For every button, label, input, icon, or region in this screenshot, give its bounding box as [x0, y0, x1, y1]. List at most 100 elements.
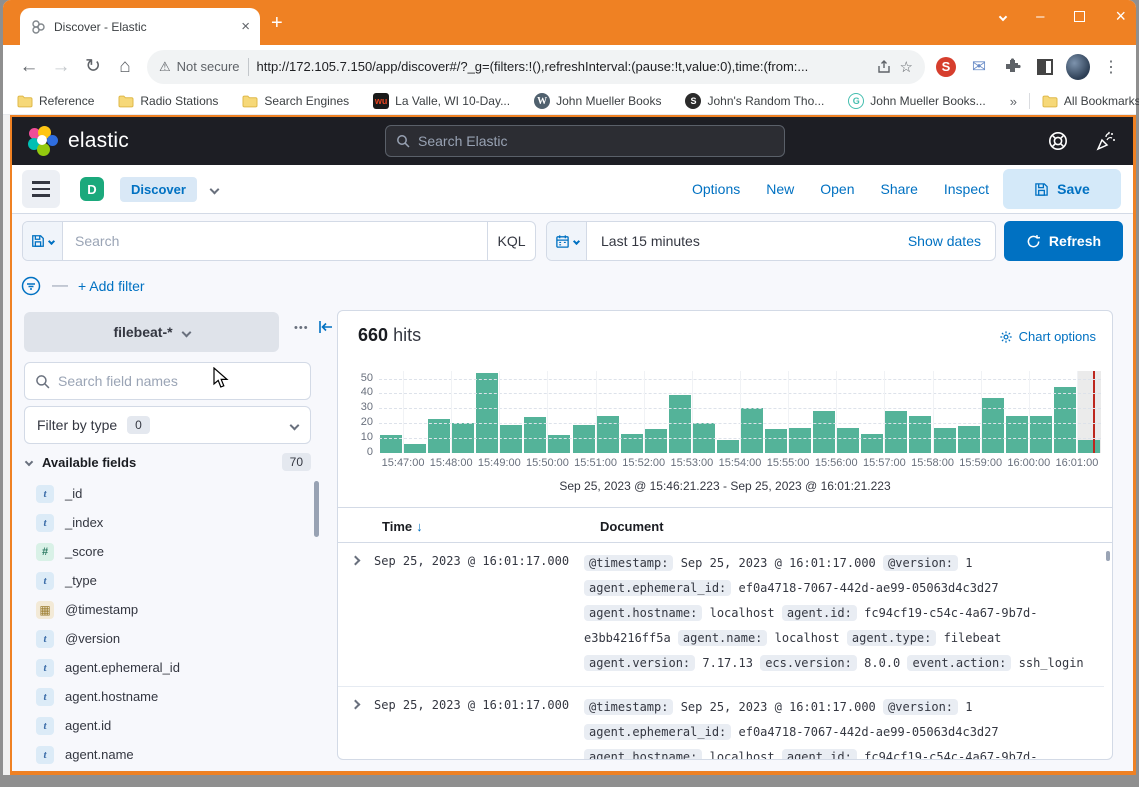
browser-menu-icon[interactable]: ⋮	[1099, 55, 1123, 79]
query-language-button[interactable]: KQL	[487, 222, 535, 260]
newsfeed-party-popper-icon[interactable]	[1095, 130, 1117, 152]
date-quick-menu-button[interactable]	[547, 222, 587, 260]
histogram-bar[interactable]	[621, 434, 643, 453]
field-item[interactable]: t_id	[26, 479, 306, 508]
profile-avatar[interactable]	[1066, 55, 1090, 79]
histogram-bar[interactable]	[597, 416, 619, 453]
field-item[interactable]: t_index	[26, 508, 306, 537]
field-item[interactable]: #_score	[26, 537, 306, 566]
extensions-puzzle-icon[interactable]	[1000, 55, 1024, 79]
histogram-bar[interactable]	[1030, 416, 1052, 453]
nav-new[interactable]: New	[766, 181, 794, 197]
field-item[interactable]: ▦@timestamp	[26, 595, 306, 624]
menu-hamburger-button[interactable]	[22, 170, 60, 208]
window-close-button[interactable]: ×	[1115, 6, 1126, 27]
query-input[interactable]: Search	[63, 222, 487, 260]
field-item[interactable]: tagent.hostname	[26, 682, 306, 711]
y-tick-label: 0	[349, 446, 373, 458]
histogram-bar[interactable]	[717, 440, 739, 453]
field-item[interactable]: tagent.name	[26, 740, 306, 769]
nav-share[interactable]: Share	[881, 181, 918, 197]
nav-inspect[interactable]: Inspect	[944, 181, 989, 197]
extension-icon-mail[interactable]: ✉	[967, 55, 991, 79]
sidebar-scrollbar[interactable]	[314, 481, 319, 537]
wordpress-icon: W	[534, 93, 550, 109]
all-bookmarks-button[interactable]: All Bookmarks	[1042, 94, 1139, 108]
reload-icon[interactable]: ↻	[77, 55, 109, 78]
field-item[interactable]: tagent.ephemeral_id	[26, 653, 306, 682]
histogram-bar[interactable]	[645, 429, 667, 453]
window-maximize-button[interactable]	[1074, 11, 1085, 22]
nav-open[interactable]: Open	[820, 181, 854, 197]
bookmark-item[interactable]: Radio Stations	[118, 94, 218, 108]
filter-by-type-select[interactable]: Filter by type 0	[24, 406, 311, 444]
add-filter-button[interactable]: + Add filter	[78, 278, 145, 294]
forward-icon[interactable]: →	[45, 56, 77, 78]
tab-close-icon[interactable]: ×	[241, 18, 250, 35]
not-secure-label[interactable]: Not secure	[177, 59, 240, 74]
expand-row-icon[interactable]	[351, 556, 361, 566]
histogram-bar[interactable]	[404, 444, 426, 453]
chart-options-button[interactable]: Chart options	[999, 329, 1096, 344]
bookmark-item[interactable]: Reference	[17, 94, 94, 108]
histogram-bar[interactable]	[813, 411, 835, 453]
global-search-input[interactable]: Search Elastic	[385, 125, 785, 157]
collapse-sidebar-icon[interactable]	[318, 319, 334, 335]
breadcrumb-discover[interactable]: Discover	[120, 177, 197, 202]
back-icon[interactable]: ←	[13, 56, 45, 78]
extension-icon-split-screen[interactable]	[1033, 55, 1057, 79]
histogram-bar[interactable]	[1054, 387, 1076, 453]
window-minimize-button[interactable]: –	[1036, 8, 1044, 25]
save-button[interactable]: Save	[1003, 169, 1121, 209]
histogram-bar[interactable]	[765, 429, 787, 453]
histogram-bar[interactable]	[982, 398, 1004, 453]
table-scrollbar[interactable]	[1106, 551, 1110, 561]
histogram-bar[interactable]	[789, 428, 811, 453]
field-item[interactable]: t_type	[26, 566, 306, 595]
expand-row-icon[interactable]	[351, 700, 361, 710]
available-fields-header[interactable]: Available fields 70	[26, 453, 311, 471]
histogram-bar[interactable]	[837, 428, 859, 453]
bookmark-item[interactable]: wuLa Valle, WI 10-Day...	[373, 93, 510, 109]
help-icon[interactable]	[1047, 130, 1069, 152]
nav-options[interactable]: Options	[692, 181, 740, 197]
histogram-bar[interactable]	[885, 411, 907, 453]
sort-descending-icon[interactable]: ↓	[416, 519, 423, 534]
bookmark-item[interactable]: SJohn's Random Tho...	[685, 93, 824, 109]
histogram-bar[interactable]	[1006, 416, 1028, 453]
address-bar[interactable]: ⚠ Not secure http://172.105.7.150/app/di…	[147, 50, 925, 84]
browser-tab[interactable]: Discover - Elastic ×	[20, 8, 260, 45]
home-icon[interactable]: ⌂	[109, 56, 141, 78]
breadcrumb-chevron-icon[interactable]	[209, 184, 219, 194]
extension-icon-red-s[interactable]: S	[934, 55, 958, 79]
column-time[interactable]: Time	[382, 519, 412, 534]
time-range-value[interactable]: Last 15 minutes	[587, 222, 894, 260]
histogram-bar[interactable]	[741, 408, 763, 453]
bookmark-item[interactable]: Search Engines	[242, 94, 349, 108]
filter-icon[interactable]	[20, 275, 42, 297]
tab-search-chevron-icon[interactable]	[999, 12, 1007, 20]
bookmark-item[interactable]: WJohn Mueller Books	[534, 93, 661, 109]
histogram-bar[interactable]	[909, 416, 931, 453]
field-item[interactable]: t@version	[26, 624, 306, 653]
index-pattern-select[interactable]: filebeat-*	[24, 312, 279, 352]
index-pattern-options-icon[interactable]: •••	[294, 322, 309, 334]
elastic-logo[interactable]: elastic	[28, 126, 129, 156]
field-item[interactable]: tagent.id	[26, 711, 306, 740]
histogram-bar[interactable]	[861, 434, 883, 453]
share-icon[interactable]	[876, 59, 892, 75]
histogram-bar[interactable]	[476, 373, 498, 453]
bookmark-star-icon[interactable]: ☆	[900, 58, 913, 76]
histogram-bar[interactable]	[958, 426, 980, 453]
space-badge[interactable]: D	[80, 177, 104, 201]
saved-query-menu-button[interactable]	[23, 222, 63, 260]
bookmarks-overflow-chevron[interactable]: »	[1010, 94, 1017, 109]
histogram-bar[interactable]	[1078, 440, 1100, 453]
field-search-input[interactable]: Search field names	[24, 362, 311, 400]
show-dates-button[interactable]: Show dates	[894, 222, 995, 260]
bookmark-item[interactable]: GJohn Mueller Books...	[848, 93, 985, 109]
url-text[interactable]: http://172.105.7.150/app/discover#/?_g=(…	[257, 59, 868, 74]
new-tab-button[interactable]: +	[271, 13, 283, 33]
refresh-button[interactable]: Refresh	[1004, 221, 1123, 261]
histogram-bar[interactable]	[934, 428, 956, 453]
